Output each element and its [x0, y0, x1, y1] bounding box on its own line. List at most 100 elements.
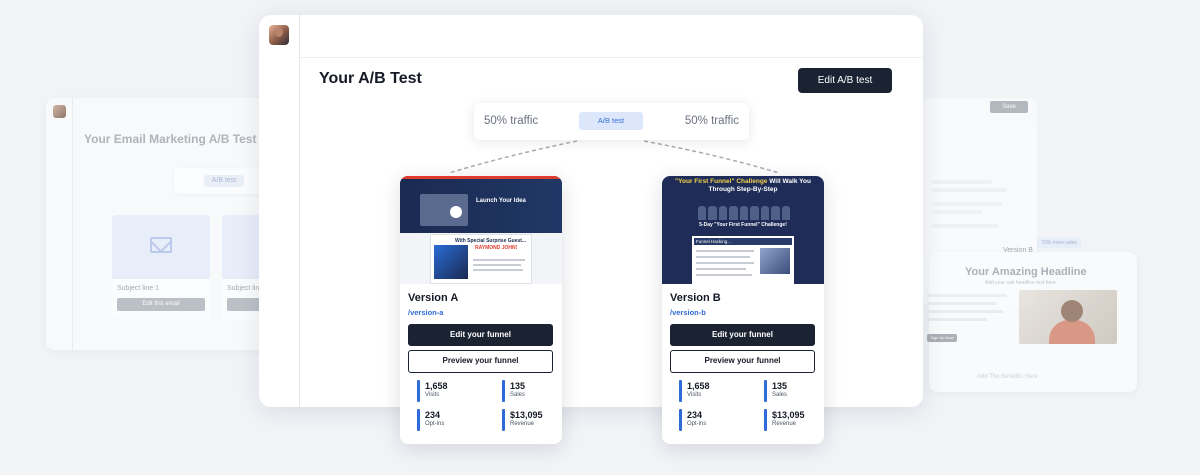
save-button[interactable]: Save — [990, 101, 1028, 113]
thumb-headline: "Your First Funnel" Challenge Will Walk … — [672, 178, 814, 194]
stat-label: Revenue — [510, 421, 535, 427]
people-row — [698, 206, 790, 220]
stat-revenue: $13,095 Revenue — [764, 409, 824, 431]
email-card: Subject line 1 Edit this email — [112, 215, 210, 319]
text-line — [932, 202, 1002, 206]
stat-optins: 234 Opt-ins — [679, 409, 739, 431]
stat-value: $13,095 — [772, 410, 805, 420]
text-line — [932, 188, 1007, 192]
person-figure — [739, 206, 749, 220]
ab-test-tag: A/B test — [579, 112, 643, 130]
stat-bar — [417, 380, 420, 402]
panel-title: Funnel Hacking... — [694, 238, 792, 245]
stat-optins: 234 Opt-ins — [417, 409, 477, 431]
text-line — [473, 264, 521, 266]
stat-value: 234 — [425, 410, 441, 420]
benefits-heading: Add The Benefits Here — [977, 374, 1038, 380]
variant-label: Version B — [1003, 247, 1033, 254]
stat-bar — [764, 409, 767, 431]
traffic-left-label: 50% traffic — [484, 115, 539, 127]
stat-value: 1,658 — [425, 381, 448, 391]
person-figure — [760, 206, 770, 220]
thumb-headline: Launch Your Idea — [476, 198, 526, 204]
background-landing-preview: 70% more sales Version B Your Amazing He… — [927, 238, 1137, 392]
edit-funnel-button[interactable]: Edit your funnel — [408, 324, 553, 346]
landing-headline: Your Amazing Headline — [965, 266, 1087, 278]
email-ab-title: Your Email Marketing A/B Test — [84, 132, 257, 146]
thumb-headline-highlight: "Your First Funnel" Challenge — [675, 178, 768, 185]
traffic-right-label: 50% traffic — [684, 115, 739, 127]
text-line — [927, 294, 1007, 297]
version-path-link[interactable]: /version-a — [408, 308, 443, 317]
stat-label: Visits — [687, 392, 702, 398]
promo-panel: With Special Surprise Guest... RAYMOND J… — [430, 234, 532, 284]
text-line — [932, 210, 982, 214]
text-line — [696, 268, 746, 270]
person-figure — [708, 206, 717, 220]
stat-value: 234 — [687, 410, 703, 420]
stat-revenue: $13,095 Revenue — [502, 409, 562, 431]
promo-title: With Special Surprise Guest... — [455, 238, 527, 244]
landing-subheadline: Add your sub headline text here — [985, 280, 1056, 286]
version-a-thumbnail: Launch Your Idea With Special Surprise G… — [400, 176, 562, 284]
stat-visits: 1,658 Visits — [417, 380, 477, 402]
stat-bar — [502, 409, 505, 431]
text-line — [473, 269, 523, 271]
version-name: Version B — [670, 292, 721, 304]
person-figure — [750, 206, 759, 220]
text-line — [696, 262, 754, 264]
stat-label: Sales — [510, 392, 526, 398]
stat-value: $13,095 — [510, 410, 543, 420]
stat-sales: 135 Sales — [764, 380, 824, 402]
edit-email-button[interactable]: Edit this email — [117, 298, 205, 311]
person-figure — [729, 206, 738, 220]
person-figure — [771, 206, 780, 220]
email-ab-tag: A/B test — [204, 175, 244, 187]
stat-value: 135 — [510, 381, 526, 391]
text-line — [927, 302, 997, 305]
envelope-icon — [150, 237, 172, 253]
text-line — [696, 274, 752, 276]
version-name: Version A — [408, 292, 459, 304]
panel-image — [760, 248, 790, 274]
stat-bar — [679, 409, 682, 431]
preview-funnel-button[interactable]: Preview your funnel — [670, 350, 815, 373]
stat-label: Visits — [425, 392, 440, 398]
text-line — [927, 318, 987, 321]
text-line — [927, 310, 1003, 313]
content-panel: Funnel Hacking... — [692, 236, 794, 284]
stat-visits: 1,658 Visits — [679, 380, 739, 402]
signup-button[interactable]: Sign Up Now — [927, 334, 957, 342]
play-icon — [450, 206, 462, 218]
stat-value: 1,658 — [687, 381, 710, 391]
sidebar-divider — [72, 98, 73, 350]
stat-label: Opt-ins — [425, 421, 445, 427]
person-figure — [781, 206, 790, 220]
stat-bar — [417, 409, 420, 431]
traffic-split-bar: 50% traffic A/B test 50% traffic — [474, 103, 749, 140]
text-line — [696, 250, 754, 252]
promo-image — [434, 245, 468, 279]
sales-badge: 70% more sales — [1037, 238, 1081, 248]
promo-name: RAYMOND JOHN! — [475, 245, 518, 251]
avatar — [53, 105, 66, 118]
thumb-subheadline: 5-Day "Your First Funnel" Challenge! — [699, 222, 787, 228]
email-subject: Subject line 1 — [117, 285, 160, 292]
text-line — [473, 259, 525, 261]
version-b-card: "Your First Funnel" Challenge Will Walk … — [662, 176, 824, 444]
stat-bar — [679, 380, 682, 402]
person-photo — [1019, 290, 1117, 344]
version-path-link[interactable]: /version-b — [670, 308, 706, 317]
preview-funnel-button[interactable]: Preview your funnel — [408, 350, 553, 373]
stat-sales: 135 Sales — [502, 380, 562, 402]
version-b-thumbnail: "Your First Funnel" Challenge Will Walk … — [662, 176, 824, 284]
person-figure — [698, 206, 707, 220]
edit-funnel-button[interactable]: Edit your funnel — [670, 324, 815, 346]
stat-bar — [502, 380, 505, 402]
stat-label: Sales — [772, 392, 788, 398]
email-subject: Subject lin — [227, 285, 260, 292]
stat-label: Opt-ins — [687, 421, 707, 427]
person-figure — [718, 206, 728, 220]
text-line — [932, 180, 992, 184]
text-line — [932, 224, 998, 228]
